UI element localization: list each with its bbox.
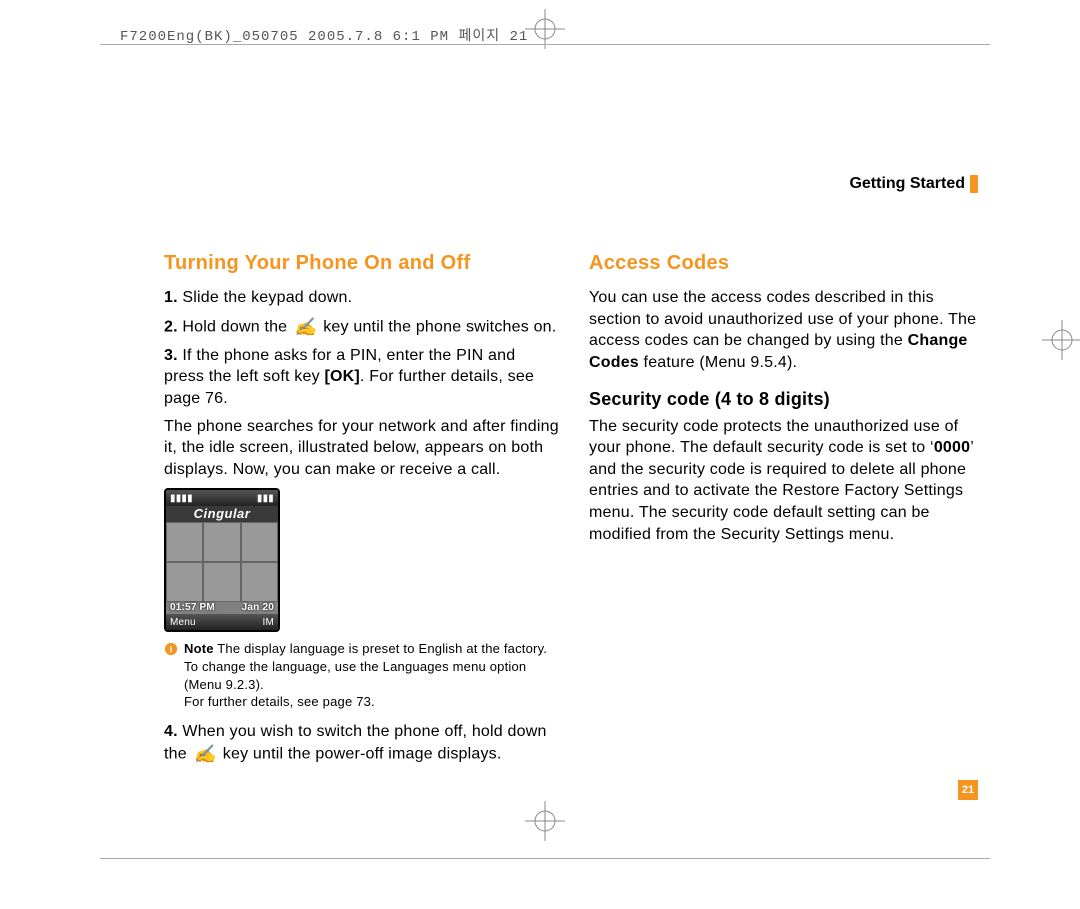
- step-3-number: 3.: [164, 347, 178, 364]
- page-number-badge: 21: [958, 780, 978, 800]
- phone-date: Jan 20: [242, 601, 274, 614]
- phone-softkey-left: Menu: [170, 616, 196, 630]
- step-3: 3. If the phone asks for a PIN, enter th…: [164, 345, 559, 410]
- phone-carrier-label: Cingular: [166, 506, 278, 522]
- step-2-text-b: key until the phone switches on.: [319, 318, 557, 335]
- phone-softkey-right: IM: [262, 616, 274, 630]
- step-4-text-b: key until the power-off image displays.: [218, 746, 501, 763]
- step-1: 1. Slide the keypad down.: [164, 287, 559, 309]
- registration-mark-top: [525, 9, 565, 49]
- right-column: Access Codes You can use the access code…: [589, 250, 984, 773]
- sec-a: The security code protects the unauthori…: [589, 418, 958, 457]
- note-label: Note: [184, 641, 214, 656]
- step-2: 2. Hold down the ✍ key until the phone s…: [164, 315, 559, 339]
- phone-status-bar: ▮▮▮▮ ▮▮▮: [166, 490, 278, 506]
- svg-text:i: i: [170, 645, 173, 656]
- note-block: i Note The display language is preset to…: [164, 640, 559, 710]
- heading-turning-on-off: Turning Your Phone On and Off: [164, 250, 559, 277]
- step-4: 4. When you wish to switch the phone off…: [164, 721, 559, 767]
- step-1-number: 1.: [164, 289, 178, 306]
- end-key-icon-2: ✍: [192, 742, 219, 766]
- left-column: Turning Your Phone On and Off 1. Slide t…: [164, 250, 559, 773]
- access-codes-intro: You can use the access codes described i…: [589, 287, 984, 373]
- note-icon: i: [164, 642, 178, 656]
- section-marker-icon: [970, 175, 978, 193]
- intro-b: feature (Menu 9.5.4).: [639, 354, 797, 371]
- print-slug: F7200Eng(BK)_050705 2005.7.8 6:1 PM 페이지 …: [120, 25, 528, 45]
- phone-wallpaper: [166, 522, 278, 602]
- note-text: The display language is preset to Englis…: [184, 641, 547, 709]
- footer-rule: [100, 858, 990, 859]
- default-code: 0000: [934, 439, 970, 456]
- heading-access-codes: Access Codes: [589, 250, 984, 277]
- battery-icon: ▮▮▮: [257, 492, 274, 506]
- registration-mark-right: [1042, 320, 1080, 360]
- section-label-text: Getting Started: [849, 175, 965, 193]
- subheading-security-code: Security code (4 to 8 digits): [589, 387, 984, 411]
- registration-mark-bottom: [525, 801, 565, 841]
- signal-icon: ▮▮▮▮: [170, 492, 193, 506]
- step-2-text-a: Hold down the: [178, 318, 292, 335]
- step-1-text: Slide the keypad down.: [178, 289, 353, 306]
- idle-screen-illustration: ▮▮▮▮ ▮▮▮ Cingular 01:57 PM Jan 20 Menu I…: [164, 488, 280, 632]
- step-4-number: 4.: [164, 723, 178, 740]
- phone-time-row: 01:57 PM Jan 20: [166, 601, 278, 614]
- section-label: Getting Started: [849, 175, 978, 193]
- header-rule: [100, 44, 990, 45]
- phone-time: 01:57 PM: [170, 601, 215, 614]
- security-code-paragraph: The security code protects the unauthori…: [589, 416, 984, 546]
- network-search-paragraph: The phone searches for your network and …: [164, 416, 559, 481]
- phone-softkey-bar: Menu IM: [166, 614, 278, 630]
- end-key-icon: ✍: [292, 315, 319, 339]
- step-2-number: 2.: [164, 318, 178, 335]
- ok-softkey-label: [OK]: [324, 368, 359, 385]
